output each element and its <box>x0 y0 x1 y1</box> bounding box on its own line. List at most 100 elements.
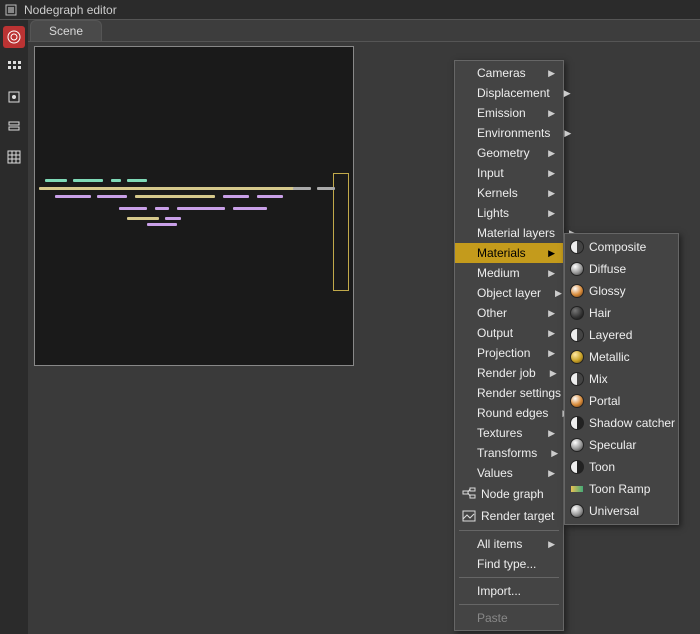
menu-item[interactable]: Round edges▶ <box>455 403 563 423</box>
menu-item-label: Environments <box>477 126 550 140</box>
chevron-right-icon: ▶ <box>550 368 557 379</box>
menu-separator <box>459 604 559 605</box>
submenu-item-label: Mix <box>589 372 670 386</box>
submenu-item[interactable]: Universal <box>565 500 678 522</box>
chevron-right-icon: ▶ <box>564 128 571 139</box>
menu-item[interactable]: Materials▶ <box>455 243 563 263</box>
chevron-right-icon: ▶ <box>548 468 555 479</box>
tool-icon-table[interactable] <box>3 146 25 168</box>
node-line <box>233 207 267 210</box>
menu-item-label: Projection <box>477 346 534 360</box>
chevron-right-icon: ▶ <box>564 88 571 99</box>
menu-item[interactable]: Render settings▶ <box>455 383 563 403</box>
menu-item[interactable]: Kernels▶ <box>455 183 563 203</box>
node-line <box>97 195 127 198</box>
menu-item-label: Import... <box>477 584 555 598</box>
menu-item[interactable]: Object layer▶ <box>455 283 563 303</box>
titlebar: Nodegraph editor <box>0 0 700 20</box>
submenu-item[interactable]: Mix <box>565 368 678 390</box>
menu-separator <box>459 577 559 578</box>
menu-item[interactable]: Geometry▶ <box>455 143 563 163</box>
menu-item-label: Material layers <box>477 226 555 240</box>
submenu-item-label: Layered <box>589 328 670 342</box>
menu-item[interactable]: Cameras▶ <box>455 63 563 83</box>
menu-item-label: Geometry <box>477 146 534 160</box>
material-ball-icon <box>569 437 585 453</box>
chevron-right-icon: ▶ <box>548 108 555 119</box>
submenu-item-label: Composite <box>589 240 670 254</box>
menu-item-label: Find type... <box>477 557 555 571</box>
menu-item[interactable]: Environments▶ <box>455 123 563 143</box>
menu-item[interactable]: Projection▶ <box>455 343 563 363</box>
node-line <box>147 223 177 226</box>
tool-icon-grid-3[interactable] <box>3 56 25 78</box>
menu-item[interactable]: Lights▶ <box>455 203 563 223</box>
menu-item-label: Object layer <box>477 286 541 300</box>
tool-icon-stack[interactable] <box>3 116 25 138</box>
menu-item[interactable]: Transforms▶ <box>455 443 563 463</box>
menu-item-label: Cameras <box>477 66 534 80</box>
menu-item[interactable]: Other▶ <box>455 303 563 323</box>
submenu-item-label: Metallic <box>589 350 670 364</box>
submenu-item[interactable]: Toon Ramp <box>565 478 678 500</box>
menu-item[interactable]: Values ▶ <box>455 463 563 483</box>
menu-item-label: Transforms <box>477 446 537 460</box>
menu-item[interactable]: Input▶ <box>455 163 563 183</box>
submenu-item-label: Toon <box>589 460 670 474</box>
node-line <box>73 179 103 182</box>
menu-item[interactable]: Output▶ <box>455 323 563 343</box>
menu-item-label: Render job <box>477 366 536 380</box>
submenu-item[interactable]: Specular <box>565 434 678 456</box>
submenu-item-label: Toon Ramp <box>589 482 670 496</box>
submenu-item-label: Portal <box>589 394 670 408</box>
submenu-item[interactable]: Hair <box>565 302 678 324</box>
tool-icon-swirl[interactable] <box>3 26 25 48</box>
image-icon <box>461 508 477 524</box>
node-line <box>177 207 225 210</box>
menu-item-label: Lights <box>477 206 534 220</box>
menu-item[interactable]: Textures▶ <box>455 423 563 443</box>
material-ball-icon <box>569 415 585 431</box>
material-ball-icon <box>569 371 585 387</box>
menu-item[interactable]: Emission▶ <box>455 103 563 123</box>
material-ball-icon <box>569 305 585 321</box>
submenu-item[interactable]: Shadow catcher <box>565 412 678 434</box>
nodegraph-viewport[interactable] <box>34 46 354 366</box>
submenu-item-label: Glossy <box>589 284 670 298</box>
submenu-item-label: Hair <box>589 306 670 320</box>
node-line <box>119 207 147 210</box>
tab-strip: Scene <box>0 20 700 42</box>
menu-item[interactable]: All items▶ <box>455 534 563 554</box>
submenu-item-label: Specular <box>589 438 670 452</box>
menu-item-label: Values <box>477 466 534 480</box>
chevron-right-icon: ▶ <box>548 328 555 339</box>
menu-item[interactable]: Medium▶ <box>455 263 563 283</box>
submenu-item[interactable]: Composite <box>565 236 678 258</box>
menu-item[interactable]: Render job ▶ <box>455 363 563 383</box>
node-line <box>317 187 335 190</box>
menu-item[interactable]: Import... <box>455 581 563 601</box>
submenu-item[interactable]: Glossy <box>565 280 678 302</box>
material-ball-icon <box>569 393 585 409</box>
submenu-item[interactable]: Portal <box>565 390 678 412</box>
tab-scene[interactable]: Scene <box>30 20 102 41</box>
menu-item-label: Node graph <box>481 487 555 501</box>
menu-item[interactable]: Node graph <box>455 483 563 505</box>
submenu-item-label: Universal <box>589 504 670 518</box>
chevron-right-icon: ▶ <box>548 248 555 259</box>
menu-item[interactable]: Displacement▶ <box>455 83 563 103</box>
material-ball-icon <box>569 239 585 255</box>
submenu-item[interactable]: Layered <box>565 324 678 346</box>
submenu-item[interactable]: Metallic <box>565 346 678 368</box>
material-ball-icon <box>569 261 585 277</box>
menu-item-label: Input <box>477 166 534 180</box>
menu-item[interactable]: Render target <box>455 505 563 527</box>
submenu-item-label: Shadow catcher <box>589 416 675 430</box>
node-line <box>155 207 169 210</box>
submenu-item[interactable]: Diffuse <box>565 258 678 280</box>
submenu-item[interactable]: Toon <box>565 456 678 478</box>
material-ball-icon <box>569 327 585 343</box>
tool-icon-node[interactable] <box>3 86 25 108</box>
menu-item[interactable]: Material layers▶ <box>455 223 563 243</box>
menu-item[interactable]: Find type... <box>455 554 563 574</box>
